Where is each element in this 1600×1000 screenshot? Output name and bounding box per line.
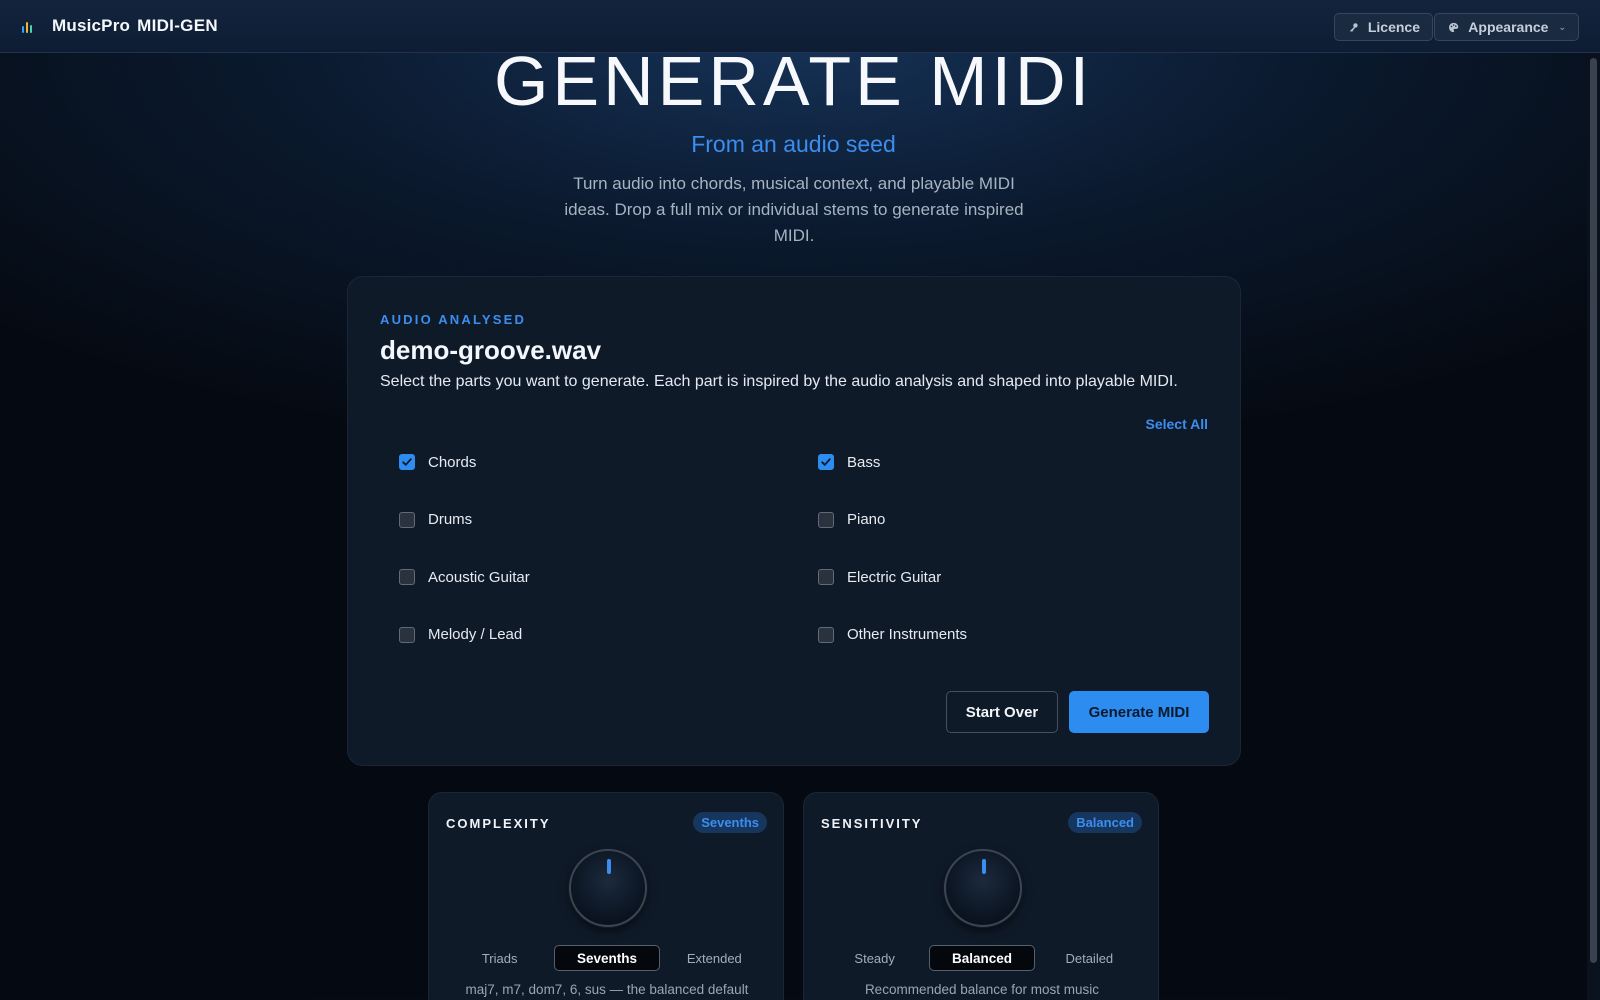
palette-icon (1449, 22, 1459, 32)
equalizer-logo-icon (22, 19, 32, 33)
sensitivity-panel: SENSITIVITY Balanced Steady Balanced Det… (803, 792, 1159, 1000)
part-electric-guitar[interactable]: Electric Guitar (818, 562, 1218, 592)
sensitivity-segmented-control: Steady Balanced Detailed (821, 945, 1143, 971)
part-label: Piano (847, 511, 886, 528)
parts-grid: Chords Bass Drums Piano Acoustic Guitar … (399, 447, 1219, 677)
sensitivity-note: Recommended balance for most music (864, 982, 1100, 997)
complexity-option-extended[interactable]: Extended (661, 945, 768, 971)
part-label: Electric Guitar (847, 568, 942, 586)
checkbox[interactable] (818, 626, 834, 643)
top-actions: Licence Appearance ⌄ (1334, 13, 1579, 41)
licence-label: Licence (1367, 19, 1420, 35)
sensitivity-option-steady[interactable]: Steady (821, 945, 928, 971)
key-icon (1350, 22, 1358, 32)
part-piano[interactable]: Piano (818, 505, 1218, 535)
app-name: MusicPro (52, 16, 131, 35)
generate-midi-button[interactable]: Generate MIDI (1069, 691, 1209, 733)
part-label: Drums (428, 511, 473, 528)
chevron-down-icon: ⌄ (1558, 21, 1566, 32)
card-description: Select the parts you want to generate. E… (380, 373, 1178, 390)
sensitivity-badge: Balanced (1068, 812, 1142, 833)
complexity-panel: COMPLEXITY Sevenths Triads Sevenths Exte… (428, 792, 784, 1000)
complexity-option-sevenths[interactable]: Sevenths (554, 945, 660, 971)
checkbox[interactable] (399, 569, 415, 585)
part-label: Chords (428, 453, 477, 471)
knob-indicator (607, 859, 611, 874)
start-over-button[interactable]: Start Over (946, 691, 1058, 733)
checkbox[interactable] (399, 454, 415, 470)
complexity-title: COMPLEXITY (446, 816, 551, 831)
appearance-button[interactable]: Appearance ⌄ (1434, 13, 1579, 41)
appearance-label: Appearance (1468, 19, 1549, 35)
complexity-option-triads[interactable]: Triads (446, 945, 553, 971)
part-melody-lead[interactable]: Melody / Lead (399, 620, 818, 650)
complexity-segmented-control: Triads Sevenths Extended (446, 945, 768, 971)
part-other-instruments[interactable]: Other Instruments (818, 620, 1218, 650)
checkbox[interactable] (818, 569, 834, 585)
part-label: Other Instruments (847, 626, 968, 643)
sensitivity-title: SENSITIVITY (821, 816, 923, 831)
sensitivity-knob[interactable] (944, 849, 1022, 927)
analysis-card: AUDIO ANALYSED demo-groove.wav Select th… (347, 276, 1241, 766)
page-subtitle: From an audio seed (691, 131, 896, 157)
page-description: Turn audio into chords, musical context,… (564, 174, 1024, 245)
checkbox[interactable] (818, 454, 834, 470)
checkmark-icon (402, 458, 412, 466)
part-chords[interactable]: Chords (399, 447, 818, 477)
complexity-note: maj7, m7, dom7, 6, sus — the balanced de… (465, 982, 749, 997)
scrollbar-thumb[interactable] (1590, 58, 1597, 963)
checkbox[interactable] (818, 511, 834, 528)
select-all-button[interactable]: Select All (1145, 416, 1208, 432)
checkmark-icon (821, 458, 831, 466)
knob-indicator (982, 859, 986, 874)
sensitivity-option-balanced[interactable]: Balanced (929, 945, 1035, 971)
licence-button[interactable]: Licence (1334, 13, 1433, 41)
product-name: MIDI-GEN (137, 16, 218, 35)
page-title: GENERATE MIDI (493, 42, 1094, 120)
complexity-knob[interactable] (569, 849, 647, 927)
complexity-badge: Sevenths (693, 812, 767, 833)
part-label: Acoustic Guitar (428, 568, 530, 586)
audio-analysed-label: AUDIO ANALYSED (380, 312, 527, 327)
brand[interactable]: MusicPro MIDI-GEN (22, 16, 218, 36)
part-bass[interactable]: Bass (818, 447, 1218, 477)
audio-filename: demo-groove.wav (380, 335, 602, 365)
part-drums[interactable]: Drums (399, 505, 818, 535)
part-acoustic-guitar[interactable]: Acoustic Guitar (399, 562, 818, 592)
checkbox[interactable] (399, 626, 415, 643)
sensitivity-option-detailed[interactable]: Detailed (1036, 945, 1143, 971)
part-label: Melody / Lead (428, 626, 523, 643)
part-label: Bass (847, 453, 881, 471)
checkbox[interactable] (399, 511, 415, 528)
